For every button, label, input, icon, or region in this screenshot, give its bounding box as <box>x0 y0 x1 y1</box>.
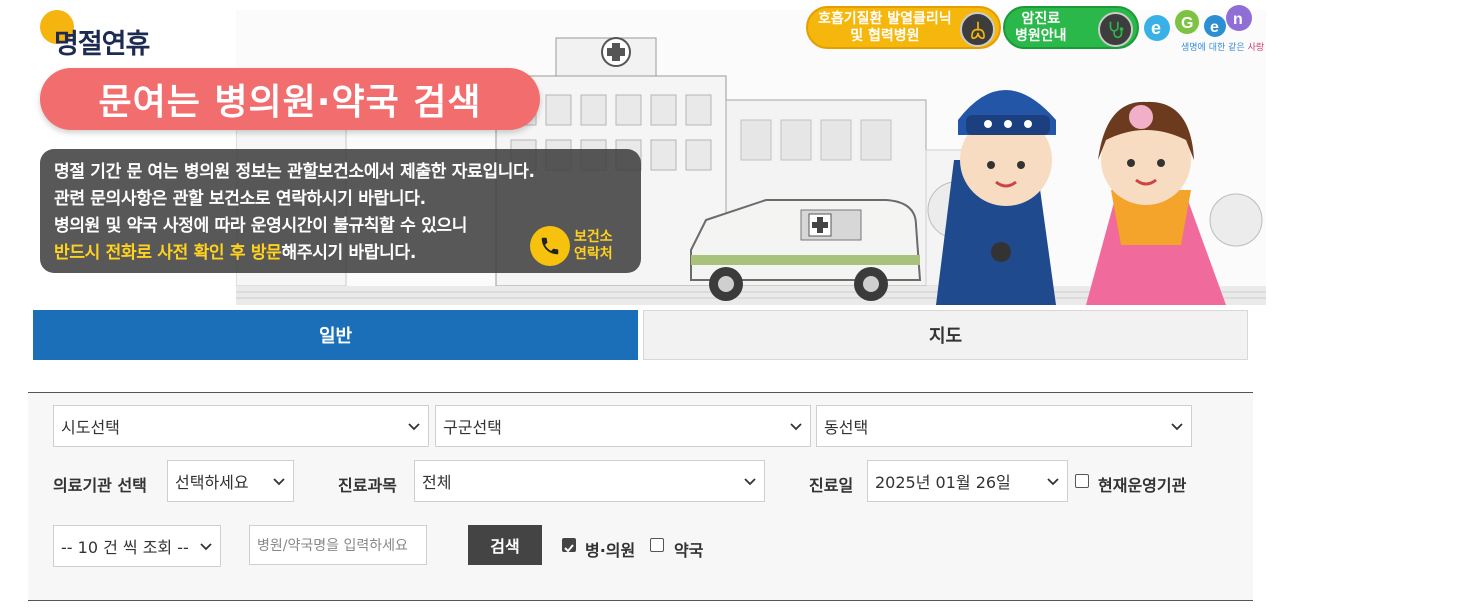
phone-icon <box>530 226 570 266</box>
search-input-placeholder: 병원/약국명을 입력하세요 <box>257 538 408 554</box>
gugun-select[interactable]: 구군선택 <box>435 405 811 447</box>
gugun-select-value: 구군선택 <box>443 418 502 437</box>
notice-rest: 해주시기 바랍니다. <box>281 243 417 263</box>
respiratory-clinic-button[interactable]: 호흡기질환 발열클리닉 및 협력병원 <box>806 6 1001 49</box>
chevron-down-icon <box>744 478 756 486</box>
hospital-label: 병·의원 <box>585 541 636 560</box>
notice-highlight: 반드시 전화로 사전 확인 후 방문 <box>54 243 282 263</box>
egen-tagline: 생명에 대한 같은 사랑 <box>1181 40 1264 53</box>
svg-text:G: G <box>1181 15 1193 32</box>
institution-select-value: 선택하세요 <box>175 473 249 492</box>
cancer-line1: 암진료 <box>1021 10 1061 27</box>
institution-label: 의료기관 선택 <box>53 476 147 495</box>
department-label: 진료과목 <box>338 476 397 495</box>
pharmacy-checkbox[interactable] <box>650 538 664 552</box>
search-input[interactable]: 병원/약국명을 입력하세요 <box>249 525 427 565</box>
operating-now-label: 현재운영기관 <box>1098 476 1187 495</box>
health-center-contact-button[interactable]: 보건소 연락처 <box>530 226 626 266</box>
egen-tagline-b: 사랑 <box>1247 43 1265 53</box>
sido-select[interactable]: 시도선택 <box>53 405 429 447</box>
chevron-down-icon <box>790 423 802 431</box>
tab-general[interactable]: 일반 <box>33 310 638 360</box>
pharmacy-label: 약국 <box>674 541 704 560</box>
lungs-icon <box>960 12 995 47</box>
svg-text:e: e <box>1210 19 1219 36</box>
page-size-select[interactable]: -- 10 건 씩 조회 -- <box>53 525 221 567</box>
page-title: 문여는 병의원·약국 검색 <box>40 68 540 130</box>
dong-select[interactable]: 동선택 <box>816 405 1192 447</box>
search-button[interactable]: 검색 <box>468 525 542 565</box>
date-label: 진료일 <box>809 476 854 495</box>
egen-logo-mark: e G e n <box>1144 5 1252 41</box>
notice-line: 관련 문의사항은 관할 보건소로 연락하시기 바랍니다. <box>54 189 426 209</box>
chevron-down-icon <box>408 423 420 431</box>
stethoscope-icon <box>1098 12 1133 47</box>
respiratory-clinic-label: 호흡기질환 발열클리닉 및 협력병원 <box>818 11 952 45</box>
egen-tagline-a: 생명에 대한 같은 <box>1181 43 1245 53</box>
tab-map[interactable]: 지도 <box>643 310 1248 360</box>
hero-banner: 명절연휴 문여는 병의원·약국 검색 명절 기간 문 여는 병의원 정보는 관할… <box>0 0 1266 305</box>
notice-line: 명절 기간 문 여는 병의원 정보는 관할보건소에서 제출한 자료입니다. <box>54 162 535 182</box>
contact-label: 보건소 연락처 <box>574 229 613 262</box>
logo-text: 명절연휴 <box>54 29 150 60</box>
svg-text:e: e <box>1151 18 1161 38</box>
department-select-value: 전체 <box>422 473 452 492</box>
chevron-down-icon <box>273 478 285 486</box>
respiratory-line2: 및 협력병원 <box>850 27 920 44</box>
cancer-hospital-button[interactable]: 암진료 병원안내 <box>1003 6 1139 49</box>
svg-text:n: n <box>1233 11 1243 28</box>
cancer-hospital-label: 암진료 병원안내 <box>1015 11 1067 45</box>
holiday-logo: 명절연휴 <box>40 8 180 60</box>
chevron-down-icon <box>200 543 212 551</box>
dong-select-value: 동선택 <box>824 418 869 437</box>
institution-select[interactable]: 선택하세요 <box>167 460 294 502</box>
cancer-line2: 병원안내 <box>1015 27 1067 44</box>
chevron-down-icon <box>1047 478 1059 486</box>
department-select[interactable]: 전체 <box>414 460 765 502</box>
page-title-text: 문여는 병의원·약국 검색 <box>98 82 482 123</box>
operating-now-checkbox[interactable] <box>1075 474 1089 488</box>
chevron-down-icon <box>1171 423 1183 431</box>
sido-select-value: 시도선택 <box>61 418 120 437</box>
date-select-value: 2025년 01월 26일 <box>875 473 1011 492</box>
egen-logo[interactable]: e G e n 생명에 대한 같은 사랑 <box>1141 2 1264 54</box>
respiratory-line1: 호흡기질환 발열클리닉 <box>818 10 952 27</box>
hospital-checkbox[interactable] <box>562 538 576 553</box>
check-icon <box>564 544 574 553</box>
page-size-select-value: -- 10 건 씩 조회 -- <box>61 538 189 557</box>
date-select[interactable]: 2025년 01월 26일 <box>867 460 1068 502</box>
